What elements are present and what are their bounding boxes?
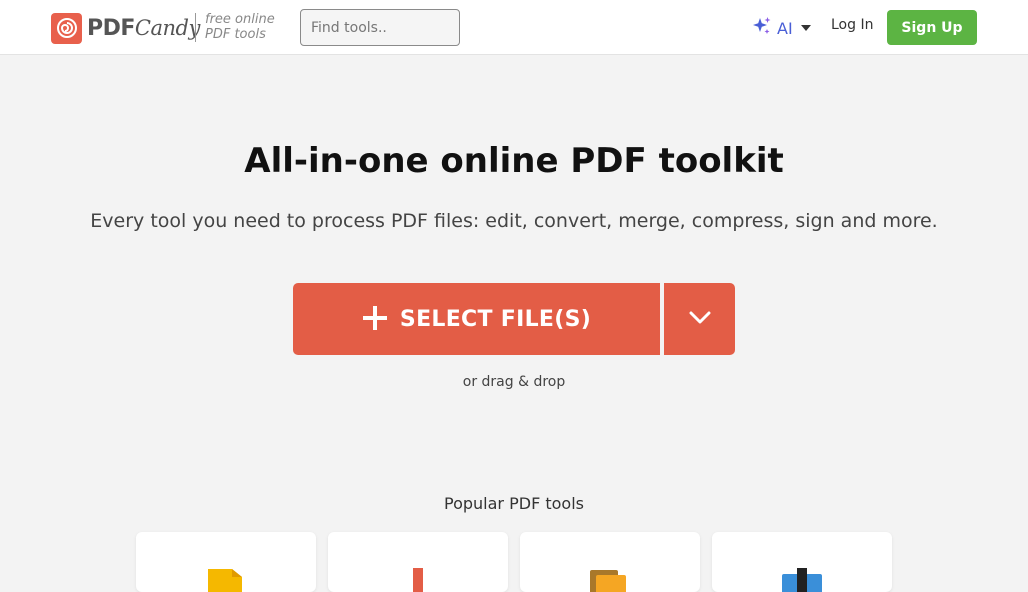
logo-brand-italic: Candy [134, 15, 200, 40]
tagline-line-2: PDF tools [205, 27, 266, 42]
find-tools-input[interactable] [300, 9, 460, 46]
sparkles-icon [752, 16, 772, 40]
site-header: PDFCandy free online PDF tools AI Log In… [0, 0, 1028, 55]
page-subtitle: Every tool you need to process PDF files… [90, 210, 938, 232]
logo-divider [195, 13, 196, 42]
tagline: free online PDF tools [205, 12, 275, 42]
tool-card[interactable] [328, 532, 508, 592]
tool-card[interactable] [136, 532, 316, 592]
signup-button[interactable]: Sign Up [887, 10, 977, 45]
select-files-label: SELECT FILE(S) [399, 306, 592, 332]
tool-card[interactable] [712, 532, 892, 592]
logo-brand-bold: PDF [87, 15, 135, 41]
ai-menu[interactable]: AI [752, 16, 811, 40]
popular-tools-heading: Popular PDF tools [444, 494, 584, 513]
select-files-button[interactable]: SELECT FILE(S) [293, 283, 660, 355]
upload-source-dropdown-button[interactable] [664, 283, 735, 355]
chevron-down-icon [689, 311, 711, 328]
caret-down-icon [800, 25, 811, 31]
drag-drop-hint: or drag & drop [462, 374, 566, 390]
ai-menu-label: AI [777, 18, 793, 38]
logo-swirl-icon [51, 12, 82, 44]
logo-wordmark: PDFCandy [87, 13, 200, 44]
login-link[interactable]: Log In [831, 17, 873, 33]
pdfcandy-logo[interactable]: PDFCandy [51, 12, 200, 44]
tagline-line-1: free online [205, 12, 275, 27]
page-title: All-in-one online PDF toolkit [244, 141, 784, 181]
plus-icon [362, 305, 388, 334]
tool-card[interactable] [520, 532, 700, 592]
